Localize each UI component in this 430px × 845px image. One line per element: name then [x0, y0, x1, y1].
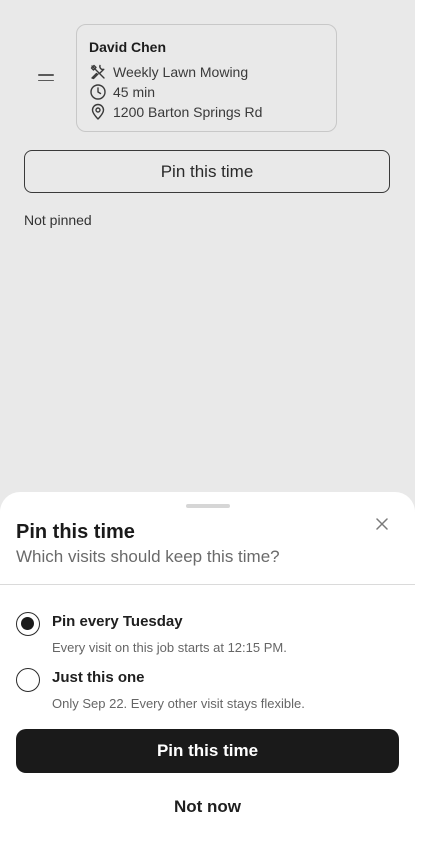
edge-strip [415, 0, 430, 845]
sheet-title: Pin this time [16, 521, 135, 543]
sheet-grabber[interactable] [186, 504, 230, 508]
radio-selected[interactable] [16, 612, 40, 636]
job-card[interactable]: David Chen Weekly Lawn Mowing 45 min 120… [76, 24, 337, 132]
not-now-button[interactable]: Not now [16, 790, 399, 824]
client-name: David Chen [89, 39, 167, 55]
address: 1200 Barton Springs Rd [113, 104, 263, 120]
confirm-pin-button[interactable]: Pin this time [16, 729, 399, 773]
radio-unselected[interactable] [16, 668, 40, 692]
option-description: Every visit on this job starts at 12:15 … [52, 640, 287, 655]
option-label: Just this one [52, 669, 145, 686]
service-row: Weekly Lawn Mowing [89, 62, 336, 82]
tools-icon [90, 64, 105, 80]
option-description: Only Sep 22. Every other visit stays fle… [52, 696, 305, 711]
location-pin-icon [91, 103, 105, 120]
duration-row: 45 min [89, 82, 336, 102]
service-name: Weekly Lawn Mowing [113, 64, 249, 80]
close-icon[interactable] [375, 517, 389, 531]
pin-time-button[interactable]: Pin this time [24, 150, 390, 193]
duration: 45 min [113, 84, 156, 100]
drag-handle-icon[interactable] [38, 74, 54, 84]
pin-status-text: Not pinned [24, 212, 92, 228]
clock-icon [90, 84, 106, 100]
address-row: 1200 Barton Springs Rd [89, 102, 336, 122]
sheet-subtitle: Which visits should keep this time? [16, 547, 280, 566]
option-label: Pin every Tuesday [52, 613, 183, 630]
divider [0, 584, 415, 585]
pin-bottom-sheet: Pin this time Which visits should keep t… [0, 492, 415, 845]
